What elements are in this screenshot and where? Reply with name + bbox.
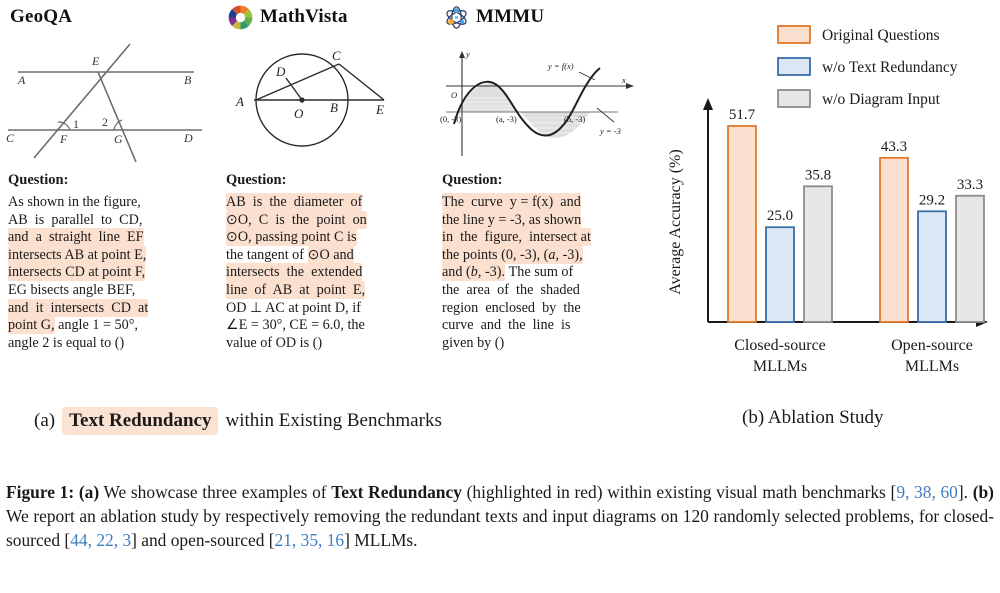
benchmark-header-mathvista: MathVista	[224, 0, 442, 34]
chart-bar	[879, 156, 909, 323]
ablation-bar-chart: Average Accuracy (%) 51.7 25.0 35.8 Closed-s…	[660, 0, 1000, 395]
question-label-mmmu: Question:	[442, 172, 503, 188]
svg-text:D: D	[183, 131, 193, 145]
svg-text:2: 2	[102, 115, 108, 129]
svg-text:(a, -3): (a, -3)	[496, 114, 517, 124]
svg-text:B: B	[184, 73, 192, 87]
chart-bar	[803, 185, 833, 323]
subcaption-b: (b) Ablation Study	[742, 407, 884, 428]
chart-bar-value-label: 29.2	[919, 192, 945, 208]
geoqa-diagram: A B C D E F G 1 2	[6, 38, 224, 168]
chart-bar	[917, 210, 947, 323]
chart-bar-value-label: 51.7	[729, 107, 756, 123]
mathvista-pinwheel-logo-icon	[228, 5, 253, 30]
chart-category-label: Open-source	[891, 337, 973, 354]
caption-seg6: ] MLLMs.	[344, 530, 418, 550]
chart-legend-item[interactable]: Original Questions	[777, 25, 940, 44]
benchmark-column-mathvista: MathVista A B C D E O Question: AB is th…	[224, 0, 442, 395]
caption-seg5: ] and open-sourced [	[131, 530, 275, 550]
question-label-mathvista: Question:	[226, 172, 287, 188]
caption-figure-label: Figure 1:	[6, 482, 75, 502]
svg-text:C: C	[332, 48, 341, 63]
caption-seg2: (highlighted in red) within existing vis…	[461, 482, 897, 502]
chart-y-axis-label: Average Accuracy (%)	[667, 149, 684, 294]
mmmu-diagram: y x O y = f(x) y = -3 (0, -3) (a, -3) (b…	[440, 38, 658, 168]
question-text-geoqa: As shown in the figure, AB is parallel t…	[8, 194, 149, 351]
benchmark-title-geoqa: GeoQA	[10, 6, 73, 27]
svg-text:y: y	[465, 49, 470, 59]
question-text-mathvista: AB is the diameter of ⊙O, C is the point…	[226, 193, 367, 351]
svg-text:y = -3: y = -3	[599, 126, 621, 136]
chart-legend-label: w/o Text Redundancy	[822, 59, 958, 76]
chart-legend-label: w/o Diagram Input	[822, 91, 941, 108]
figure-caption: Figure 1: (a) We showcase three examples…	[6, 480, 994, 552]
chart-bar	[765, 226, 795, 323]
subcaption-a-prefix: (a)	[34, 410, 56, 431]
svg-text:B: B	[330, 100, 338, 115]
mathvista-diagram: A B C D E O	[224, 38, 442, 168]
benchmark-panels: GeoQA A B C D E F G 1 2 Question: As sho…	[0, 0, 660, 395]
subcaption-a-highlight: Text Redundancy	[62, 407, 219, 435]
chart-bar	[727, 125, 757, 323]
question-text-mmmu: The curve y = f(x) and the line y = -3, …	[442, 193, 591, 351]
chart-bar-value-label: 25.0	[767, 208, 793, 224]
svg-text:y = f(x): y = f(x)	[547, 61, 574, 71]
question-label-geoqa: Question:	[8, 172, 69, 188]
svg-text:x: x	[621, 75, 626, 85]
figure-root: GeoQA A B C D E F G 1 2 Question: As sho…	[0, 0, 1000, 593]
chart-legend-item[interactable]: w/o Diagram Input	[777, 89, 941, 108]
chart-bar	[955, 194, 985, 323]
benchmark-header-geoqa: GeoQA	[6, 0, 224, 34]
svg-text:E: E	[91, 54, 100, 68]
chart-svg: Average Accuracy (%) 51.7 25.0 35.8 Closed-s…	[667, 25, 988, 375]
svg-text:G: G	[114, 132, 123, 146]
chart-category-label: Closed-source	[734, 337, 826, 354]
svg-text:A: A	[17, 73, 26, 87]
caption-seg1: We showcase three examples of	[99, 482, 332, 502]
svg-text:O: O	[451, 90, 457, 100]
subcaption-a: (a) Text Redundancy within Existing Benc…	[34, 407, 442, 435]
svg-text:(b, -3): (b, -3)	[564, 114, 585, 124]
svg-text:F: F	[59, 132, 68, 146]
svg-text:1: 1	[73, 117, 79, 131]
subcaption-a-rest: within Existing Benchmarks	[225, 410, 442, 431]
svg-text:O: O	[294, 106, 304, 121]
mmmu-atom-logo-icon	[444, 5, 469, 30]
benchmark-column-mmmu: MMMU y x O y = f(x) y = -3 (0, -3) (a, -…	[440, 0, 658, 395]
subcaption-row: (a) Text Redundancy within Existing Benc…	[0, 405, 1000, 445]
chart-bar-value-label: 35.8	[805, 167, 831, 183]
chart-bar-value-label: 43.3	[881, 139, 907, 155]
benchmark-header-mmmu: MMMU	[440, 0, 658, 34]
caption-seg3: ].	[957, 482, 973, 502]
svg-text:C: C	[6, 131, 15, 145]
caption-refs-2[interactable]: 44, 22, 3	[70, 530, 131, 550]
caption-part-a: (a)	[78, 482, 100, 502]
caption-part-b: (b)	[972, 482, 994, 502]
benchmark-title-mathvista: MathVista	[260, 6, 348, 27]
caption-bold-text-redundancy: Text Redundancy	[331, 482, 462, 502]
caption-refs-1[interactable]: 9, 38, 60	[896, 482, 958, 502]
svg-text:D: D	[275, 64, 286, 79]
chart-category-label: MLLMs	[753, 358, 807, 375]
svg-text:E: E	[375, 102, 384, 117]
chart-category-label: MLLMs	[905, 358, 959, 375]
benchmark-title-mmmu: MMMU	[476, 6, 545, 27]
svg-text:A: A	[235, 94, 244, 109]
chart-legend-item[interactable]: w/o Text Redundancy	[777, 57, 958, 76]
benchmark-column-geoqa: GeoQA A B C D E F G 1 2 Question: As sho…	[6, 0, 224, 395]
chart-legend-label: Original Questions	[822, 27, 940, 44]
caption-refs-3[interactable]: 21, 35, 16	[275, 530, 345, 550]
chart-bar-value-label: 33.3	[957, 177, 983, 193]
svg-text:(0, -3): (0, -3)	[440, 114, 461, 124]
